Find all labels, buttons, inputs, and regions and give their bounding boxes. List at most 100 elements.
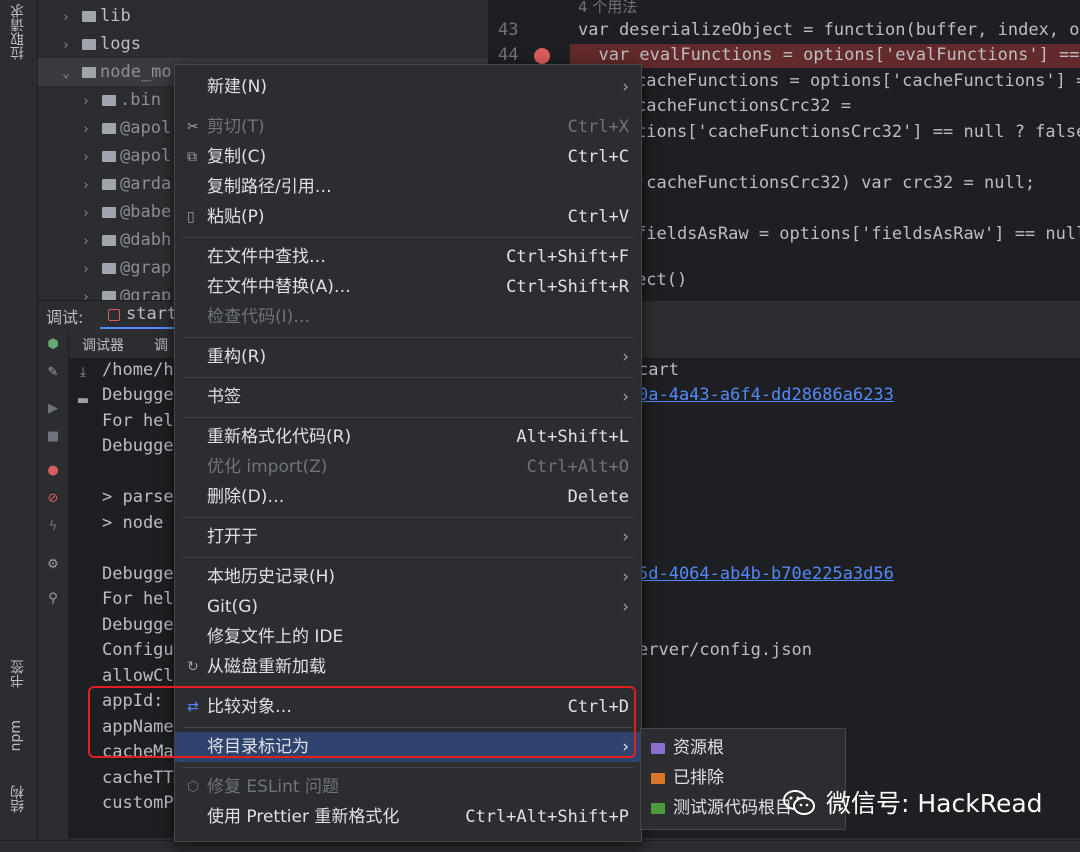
console-line: For hel bbox=[102, 589, 174, 609]
wechat-watermark: 微信号: HackRead bbox=[782, 784, 1043, 824]
menu-item-label: 重构(R) bbox=[207, 347, 267, 367]
chevron-right-icon[interactable]: › bbox=[62, 4, 82, 32]
rerun-debug-icon[interactable]: ⬢ bbox=[46, 338, 60, 352]
menu-item-reformat-code[interactable]: 重新格式化代码(R) Alt+Shift+L bbox=[175, 422, 641, 452]
structure-tab[interactable]: 结构 bbox=[8, 785, 28, 813]
chevron-right-icon[interactable]: › bbox=[62, 32, 82, 60]
trash-icon[interactable]: ▬ bbox=[76, 394, 90, 408]
breakpoint-icon[interactable] bbox=[534, 48, 550, 64]
paste-icon: ▯ bbox=[187, 209, 195, 225]
chevron-right-icon[interactable]: › bbox=[82, 172, 102, 200]
bookmarks-tab[interactable]: 书签 bbox=[8, 660, 28, 688]
folder-icon bbox=[651, 743, 665, 754]
view-breakpoints-icon[interactable]: ● bbox=[46, 464, 60, 478]
menu-item-shortcut: Ctrl+Alt+Shift+P bbox=[465, 807, 629, 827]
chevron-right-icon: › bbox=[622, 387, 629, 407]
tree-item[interactable]: › lib bbox=[62, 2, 131, 30]
tree-item[interactable]: › @apol bbox=[82, 114, 171, 142]
menu-item-reload-from-disk[interactable]: ↻ 从磁盘重新加载 bbox=[175, 652, 641, 682]
tree-item[interactable]: › @dabh bbox=[82, 226, 171, 254]
console-line: Debugge bbox=[102, 615, 174, 635]
tree-item[interactable]: › @grap bbox=[82, 254, 171, 282]
chevron-right-icon[interactable]: › bbox=[82, 88, 102, 116]
chevron-right-icon: › bbox=[622, 597, 629, 617]
tree-item-label: @dabh bbox=[120, 230, 172, 250]
folder-icon bbox=[102, 95, 116, 106]
folder-icon bbox=[102, 151, 116, 162]
scissors-icon: ✂ bbox=[187, 119, 199, 135]
tree-item-label: @apol bbox=[120, 146, 172, 166]
menu-item-label: 优化 import(Z) bbox=[207, 457, 328, 477]
code-line: cacheFunctions = options['cacheFunctions… bbox=[636, 71, 1080, 91]
left-tool-strip: 拉取请求 书签 npm 结构 bbox=[0, 0, 38, 851]
menu-item-delete[interactable]: 删除(D)… Delete bbox=[175, 482, 641, 512]
resume-icon[interactable]: ▶ bbox=[46, 402, 60, 416]
chevron-right-icon[interactable]: › bbox=[82, 284, 102, 300]
code-line: fieldsAsRaw = options['fieldsAsRaw'] == … bbox=[636, 224, 1080, 244]
menu-item-copy-path[interactable]: 复制路径/引用… bbox=[175, 172, 641, 202]
tree-item[interactable]: › @babe bbox=[82, 198, 171, 226]
menu-item-repair-ide[interactable]: 修复文件上的 IDE bbox=[175, 622, 641, 652]
settings-gear-icon[interactable]: ⚙ bbox=[46, 558, 60, 572]
console-link[interactable]: 5d-4064-ab4b-b70e225a3d56 bbox=[638, 564, 894, 584]
menu-item-find-in-files[interactable]: 在文件中查找… Ctrl+Shift+F bbox=[175, 242, 641, 272]
pull-requests-tab[interactable]: 拉取请求 bbox=[8, 4, 28, 60]
chevron-right-icon[interactable]: › bbox=[82, 256, 102, 284]
stop-icon[interactable]: ■ bbox=[46, 430, 60, 444]
folder-icon bbox=[102, 235, 116, 246]
npm-tab[interactable]: npm bbox=[8, 720, 24, 751]
tree-item[interactable]: › @apol bbox=[82, 142, 171, 170]
folder-icon bbox=[82, 39, 96, 50]
tree-item[interactable]: › @arda bbox=[82, 170, 171, 198]
console-line: Debugge bbox=[102, 564, 174, 584]
console-link[interactable]: 0a-4a43-a6f4-dd28686a6233 bbox=[638, 385, 894, 405]
tab-console[interactable]: 调 bbox=[154, 335, 168, 355]
menu-item-refactor[interactable]: 重构(R) › bbox=[175, 342, 641, 372]
menu-item-prettier[interactable]: 使用 Prettier 重新格式化 Ctrl+Alt+Shift+P bbox=[175, 802, 641, 832]
submenu-item-label: 资源根 bbox=[673, 738, 724, 758]
mute-breakpoints-icon[interactable]: ⊘ bbox=[46, 492, 60, 506]
tree-item[interactable]: › .bin bbox=[82, 86, 161, 114]
chevron-right-icon[interactable]: › bbox=[82, 116, 102, 144]
chevron-right-icon: › bbox=[622, 77, 629, 97]
menu-item-shortcut: Ctrl+Shift+R bbox=[506, 277, 629, 297]
menu-item-label: 粘贴(P) bbox=[207, 207, 265, 227]
chevron-right-icon[interactable]: › bbox=[82, 228, 102, 256]
menu-item-label: 打开于 bbox=[207, 527, 258, 547]
highlight-annotation-box bbox=[88, 686, 636, 758]
menu-item-open-in[interactable]: 打开于 › bbox=[175, 522, 641, 552]
console-line: > node bbox=[102, 513, 164, 533]
menu-item-replace-in-files[interactable]: 在文件中替换(A)… Ctrl+Shift+R bbox=[175, 272, 641, 302]
menu-item-cut[interactable]: ✂ 剪切(T) Ctrl+X bbox=[175, 112, 641, 142]
menu-item-inspect-code[interactable]: 检查代码(I)… bbox=[175, 302, 641, 332]
menu-item-label: Git(G) bbox=[207, 597, 258, 617]
tree-item[interactable]: › logs bbox=[62, 30, 141, 58]
console-line: erver/config.json bbox=[638, 640, 812, 660]
scroll-to-end-icon[interactable]: ⤓ bbox=[76, 366, 90, 380]
menu-item-paste[interactable]: ▯ 粘贴(P) Ctrl+V bbox=[175, 202, 641, 232]
wrench-icon[interactable]: ✎ bbox=[46, 366, 60, 380]
tree-item[interactable]: › @grap bbox=[82, 282, 171, 300]
menu-item-local-history[interactable]: 本地历史记录(H) › bbox=[175, 562, 641, 592]
menu-item-git[interactable]: Git(G) › bbox=[175, 592, 641, 622]
menu-item-fix-eslint[interactable]: ⬡ 修复 ESLint 问题 bbox=[175, 772, 641, 802]
chevron-right-icon[interactable]: › bbox=[82, 200, 102, 228]
menu-item-label: 检查代码(I)… bbox=[207, 307, 311, 327]
chevron-right-icon: › bbox=[622, 567, 629, 587]
chevron-right-icon[interactable]: › bbox=[82, 144, 102, 172]
eslint-icon: ⬡ bbox=[187, 779, 200, 795]
menu-item-bookmarks[interactable]: 书签 › bbox=[175, 382, 641, 412]
tab-debugger[interactable]: 调试器 bbox=[82, 335, 124, 355]
chevron-down-icon[interactable]: ⌄ bbox=[62, 60, 82, 88]
menu-item-new[interactable]: 新建(N) › bbox=[175, 72, 641, 102]
menu-item-copy[interactable]: ⧉ 复制(C) Ctrl+C bbox=[175, 142, 641, 172]
usage-hint[interactable]: 4 个用法 bbox=[578, 0, 637, 17]
menu-separator bbox=[183, 517, 633, 518]
menu-item-optimize-imports[interactable]: 优化 import(Z) Ctrl+Alt+O bbox=[175, 452, 641, 482]
submenu-item-resource-root[interactable]: 资源根 bbox=[641, 733, 845, 763]
submenu-item-label: 已排除 bbox=[673, 768, 724, 788]
code-line: !cacheFunctionsCrc32) var crc32 = null; bbox=[636, 173, 1036, 193]
lightning-icon[interactable]: ϟ bbox=[46, 520, 60, 534]
pin-icon[interactable]: ⚲ bbox=[46, 592, 60, 606]
menu-separator bbox=[183, 767, 633, 768]
